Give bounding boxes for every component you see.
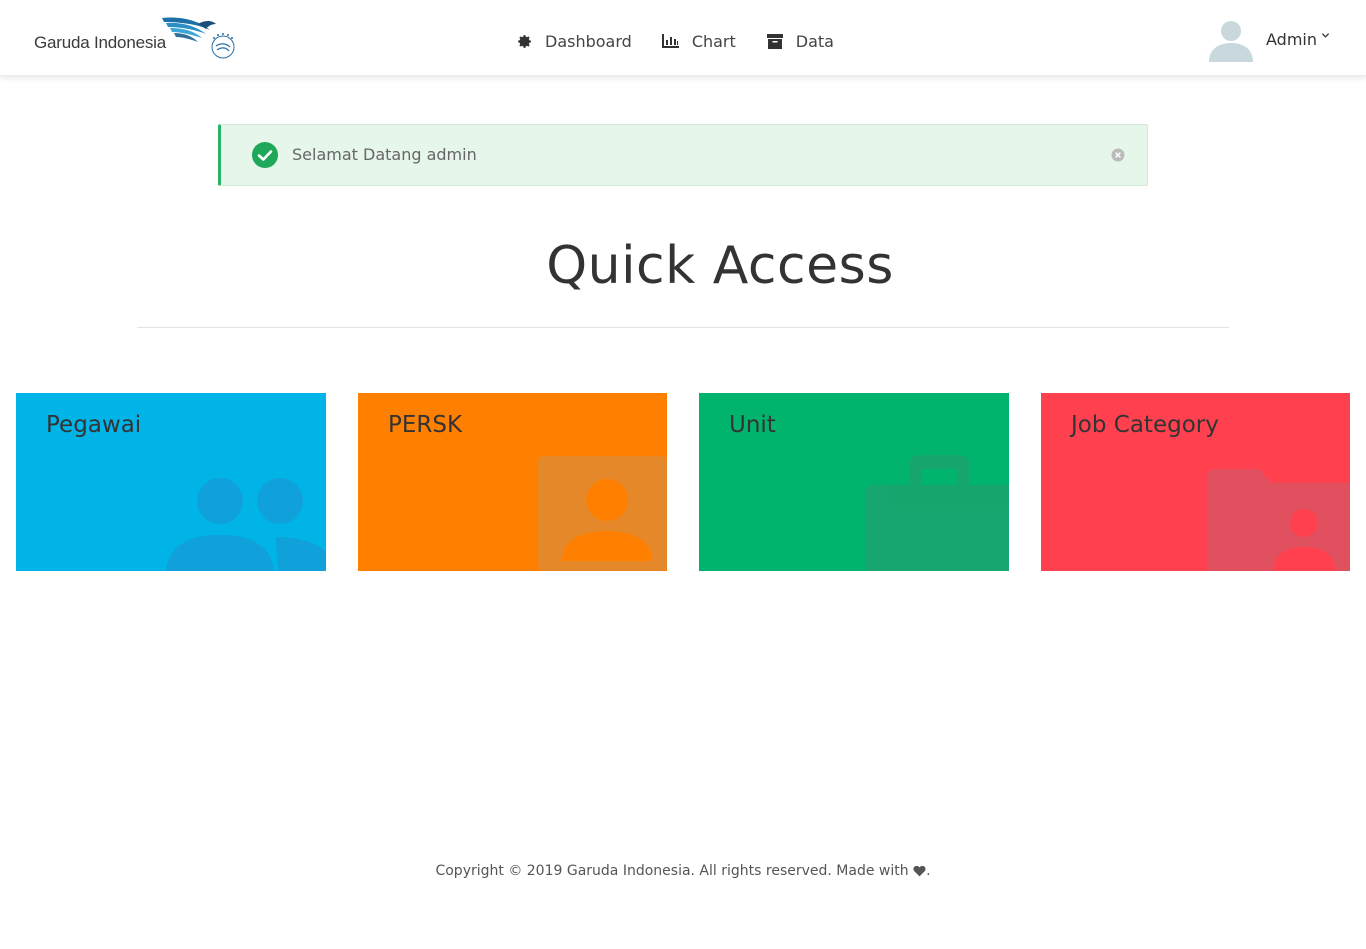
welcome-alert: Selamat Datang admin bbox=[218, 124, 1148, 186]
footer: Copyright © 2019 Garuda Indonesia. All r… bbox=[0, 863, 1366, 879]
chevron-down-icon bbox=[1321, 33, 1330, 38]
card-job-category-label: Job Category bbox=[1071, 412, 1219, 438]
heart-icon bbox=[913, 865, 926, 877]
user-menu[interactable]: Admin bbox=[1206, 16, 1330, 62]
top-navbar: Garuda Indonesia Dashboard Chart Data Ad… bbox=[0, 0, 1366, 76]
user-name: Admin bbox=[1266, 30, 1317, 49]
garuda-bird-icon bbox=[162, 17, 235, 59]
nav-dashboard[interactable]: Dashboard bbox=[515, 32, 632, 51]
main-nav: Dashboard Chart Data bbox=[515, 30, 864, 52]
gear-icon bbox=[515, 32, 533, 50]
footer-text: Copyright © 2019 Garuda Indonesia. All r… bbox=[435, 863, 909, 879]
card-persk[interactable]: PERSK bbox=[358, 393, 667, 571]
users-icon bbox=[166, 478, 326, 571]
close-icon[interactable] bbox=[1111, 148, 1125, 162]
card-job-category[interactable]: Job Category bbox=[1041, 393, 1350, 571]
bar-chart-icon bbox=[662, 32, 680, 50]
card-pegawai-label: Pegawai bbox=[46, 412, 142, 438]
nav-chart-label: Chart bbox=[691, 31, 736, 51]
archive-icon bbox=[766, 32, 784, 50]
alert-message: Selamat Datang admin bbox=[292, 145, 477, 164]
nav-data-label: Data bbox=[795, 31, 834, 51]
nav-data[interactable]: Data bbox=[766, 32, 834, 51]
footer-suffix: . bbox=[926, 863, 931, 879]
nav-dashboard-label: Dashboard bbox=[545, 31, 632, 51]
nav-chart[interactable]: Chart bbox=[662, 32, 736, 51]
card-unit-label: Unit bbox=[729, 412, 776, 438]
user-portrait-icon bbox=[538, 456, 667, 571]
page-title: Quick Access bbox=[546, 236, 894, 296]
briefcase-icon bbox=[865, 455, 1009, 571]
card-unit[interactable]: Unit bbox=[699, 393, 1009, 571]
user-avatar-icon bbox=[1209, 21, 1253, 62]
folder-user-icon bbox=[1207, 469, 1350, 571]
card-pegawai[interactable]: Pegawai bbox=[16, 393, 326, 571]
card-persk-label: PERSK bbox=[388, 412, 463, 438]
logo-text: Garuda Indonesia bbox=[34, 33, 166, 52]
check-circle-icon bbox=[252, 142, 278, 168]
title-divider bbox=[137, 327, 1229, 328]
garuda-logo[interactable]: Garuda Indonesia bbox=[34, 16, 244, 62]
